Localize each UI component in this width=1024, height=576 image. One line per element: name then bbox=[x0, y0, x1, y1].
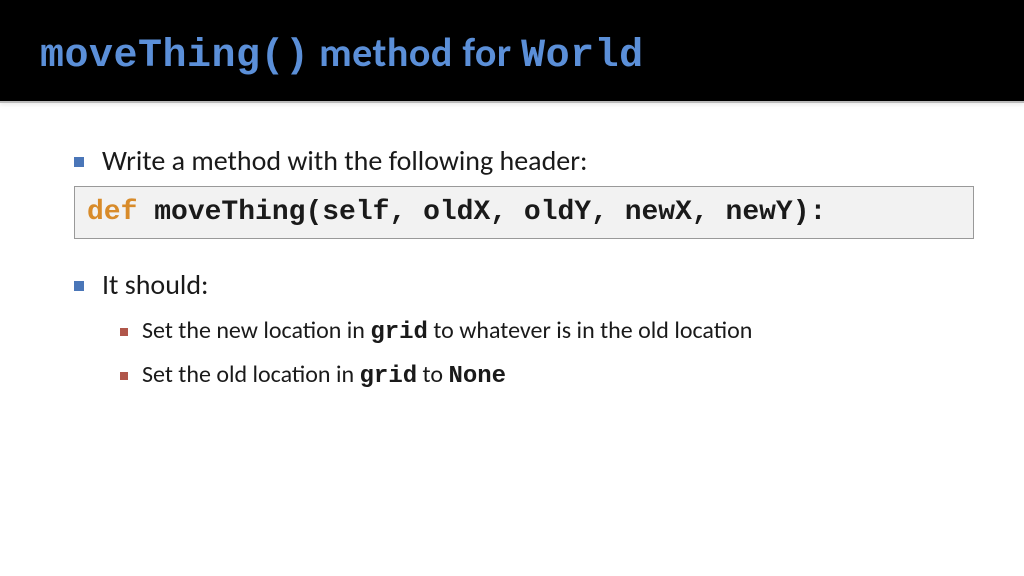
bullet-1-text: Write a method with the following header… bbox=[102, 143, 587, 178]
bullet-list: Write a method with the following header… bbox=[50, 143, 974, 390]
sub-bullet-1: Set the new location in grid to whatever… bbox=[122, 316, 974, 346]
title-text: method for bbox=[310, 28, 522, 77]
sub2-c: to bbox=[417, 360, 448, 389]
bullet-1: Write a method with the following header… bbox=[80, 143, 974, 239]
title-code-2: World bbox=[521, 34, 644, 79]
slide-header: moveThing() method for World bbox=[0, 0, 1024, 103]
code-rest: moveThing(self, oldX, oldY, newX, newY): bbox=[137, 197, 826, 228]
sub2-a: Set the old location in bbox=[142, 360, 360, 389]
sub2-code1: grid bbox=[360, 363, 418, 390]
sub2-code2: None bbox=[448, 363, 506, 390]
sub-bullet-2: Set the old location in grid to None bbox=[122, 360, 974, 390]
code-keyword: def bbox=[87, 197, 137, 228]
bullet-2: It should: Set the new location in grid … bbox=[80, 267, 974, 390]
sub-list: Set the new location in grid to whatever… bbox=[102, 316, 974, 390]
code-block: def moveThing(self, oldX, oldY, newX, ne… bbox=[74, 186, 974, 239]
sub1-code: grid bbox=[370, 319, 428, 346]
slide-body: Write a method with the following header… bbox=[0, 103, 1024, 390]
title-code-1: moveThing() bbox=[40, 34, 310, 79]
bullet-2-text: It should: bbox=[102, 267, 209, 302]
sub1-a: Set the new location in bbox=[142, 316, 370, 345]
slide-title: moveThing() method for World bbox=[40, 28, 984, 79]
sub1-c: to whatever is in the old location bbox=[428, 316, 752, 345]
